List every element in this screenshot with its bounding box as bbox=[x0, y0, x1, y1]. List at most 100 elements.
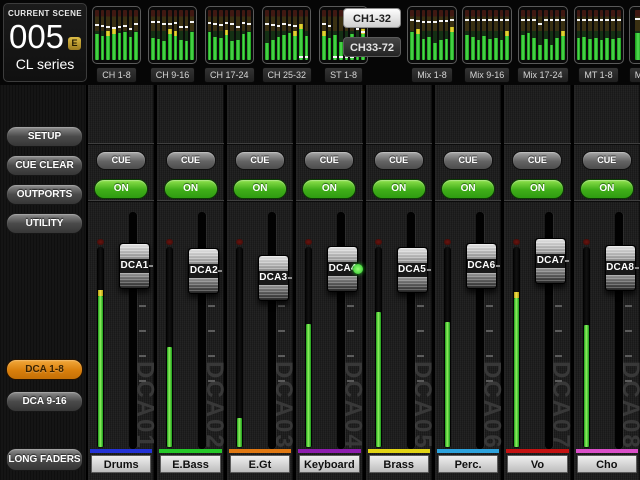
fader-knob[interactable]: DCA8 bbox=[605, 245, 636, 291]
level-meter-fill bbox=[306, 324, 311, 447]
setup-button[interactable]: SETUP bbox=[6, 126, 83, 147]
meter-block-mt-1-8[interactable] bbox=[574, 6, 624, 64]
meter-bar-peak bbox=[299, 24, 303, 29]
on-button[interactable]: ON bbox=[580, 179, 634, 199]
meter-block-master[interactable] bbox=[629, 6, 640, 64]
fader-position-mark bbox=[471, 19, 475, 21]
on-button[interactable]: ON bbox=[302, 179, 356, 199]
level-meter-fill bbox=[445, 322, 450, 447]
meter-bar-level bbox=[185, 41, 189, 60]
channel-name[interactable]: Perc. bbox=[438, 455, 498, 473]
meter-bar bbox=[95, 10, 99, 60]
meter-bar-level bbox=[213, 37, 217, 60]
fader-position-mark bbox=[112, 27, 116, 29]
cue-button[interactable]: CUE bbox=[443, 151, 493, 170]
utility-button[interactable]: UTILITY bbox=[6, 213, 83, 234]
meter-block-mix-9-16[interactable] bbox=[462, 6, 512, 64]
on-button[interactable]: ON bbox=[233, 179, 287, 199]
meter-block-mix-1-8[interactable] bbox=[407, 6, 457, 64]
fader-track bbox=[268, 212, 276, 449]
bank-button-ch1-32[interactable]: CH1-32 bbox=[343, 8, 401, 28]
channel-name[interactable]: Brass bbox=[369, 455, 429, 473]
fader-position-mark bbox=[208, 22, 212, 24]
cue-button[interactable]: CUE bbox=[304, 151, 354, 170]
channel-name[interactable]: Drums bbox=[91, 455, 151, 473]
fader-position-mark bbox=[123, 25, 127, 27]
meter-peak-led bbox=[97, 239, 104, 245]
meter-bar-level bbox=[482, 36, 486, 60]
cue-button[interactable]: CUE bbox=[96, 151, 146, 170]
meter-bar-level bbox=[427, 37, 431, 60]
meter-bar bbox=[305, 10, 309, 60]
channel-name[interactable]: E.Bass bbox=[160, 455, 220, 473]
fader-knob[interactable]: DCA6 bbox=[466, 243, 497, 289]
meter-bar bbox=[538, 10, 542, 60]
meter-bar bbox=[635, 10, 640, 60]
bank-button-ch33-72[interactable]: CH33-72 bbox=[343, 37, 401, 57]
fader-knob-label: DCA2 bbox=[189, 264, 218, 278]
meter-bar bbox=[118, 10, 122, 60]
meter-bar bbox=[433, 10, 437, 60]
fader-knob[interactable]: DCA3 bbox=[258, 255, 289, 301]
cue-button[interactable]: CUE bbox=[512, 151, 562, 170]
channel-strip-dca3: DCA03CUEONDCA3E.Gt bbox=[227, 85, 293, 480]
meter-bar bbox=[225, 10, 229, 60]
meter-block-label: ST 1-8 bbox=[324, 67, 363, 83]
fader-knob[interactable]: DCA5 bbox=[397, 247, 428, 293]
meter-bar bbox=[527, 10, 531, 60]
channel-name[interactable]: Vo bbox=[507, 455, 567, 473]
meter-block-ch-25-32[interactable] bbox=[262, 6, 311, 64]
meter-block-label: CH 9-16 bbox=[150, 67, 196, 83]
meter-bar-peak bbox=[505, 31, 509, 36]
fader-position-mark bbox=[594, 19, 598, 21]
fader-position-mark bbox=[282, 23, 286, 25]
cue-button[interactable]: CUE bbox=[166, 151, 216, 170]
on-button[interactable]: ON bbox=[441, 179, 495, 199]
outports-button[interactable]: OUTPORTS bbox=[6, 184, 83, 205]
meter-block-ch-17-24[interactable] bbox=[205, 6, 254, 64]
meter-block-mix-17-24[interactable] bbox=[518, 6, 568, 64]
on-button[interactable]: ON bbox=[94, 179, 148, 199]
cue-button[interactable]: CUE bbox=[374, 151, 424, 170]
on-button[interactable]: ON bbox=[510, 179, 564, 199]
cue-button[interactable]: CUE bbox=[235, 151, 285, 170]
channel-name[interactable]: Keyboard bbox=[299, 455, 359, 473]
meter-bar-level bbox=[550, 45, 554, 60]
meter-bar-level bbox=[450, 27, 454, 60]
meter-block-ch-9-16[interactable] bbox=[148, 6, 197, 64]
fader-knob[interactable]: DCA2 bbox=[188, 248, 219, 294]
fader-position-mark bbox=[322, 23, 326, 25]
fader-scale-tick bbox=[347, 355, 354, 357]
on-button[interactable]: ON bbox=[372, 179, 426, 199]
fader-knob[interactable]: DCA1 bbox=[119, 243, 150, 289]
meter-bar-level bbox=[162, 41, 166, 60]
meter-bar-level bbox=[600, 40, 604, 60]
cue-clear-button[interactable]: CUE CLEAR bbox=[6, 155, 83, 176]
meter-block-label: CH 25-32 bbox=[262, 67, 313, 83]
meter-bar-peak bbox=[225, 30, 229, 35]
channel-name[interactable]: Cho bbox=[577, 455, 637, 473]
on-button[interactable]: ON bbox=[164, 179, 218, 199]
meter-bar-peak bbox=[322, 31, 326, 36]
fader-knob[interactable]: DCA7 bbox=[535, 238, 566, 284]
meter-bar-level bbox=[271, 40, 275, 60]
cue-button[interactable]: CUE bbox=[582, 151, 632, 170]
meter-block-ch-1-8[interactable] bbox=[92, 6, 141, 64]
separator bbox=[435, 200, 501, 201]
dca-1-8-button[interactable]: DCA 1-8 bbox=[6, 359, 83, 380]
meter-bar bbox=[465, 10, 469, 60]
dca-9-16-button[interactable]: DCA 9-16 bbox=[6, 391, 83, 412]
fader-position-mark bbox=[450, 19, 454, 21]
fader-position-mark bbox=[247, 23, 251, 25]
meter-block-label: Mix 1-8 bbox=[411, 67, 453, 83]
input-meter-blocks: CH 1-8CH 9-16CH 17-24CH 25-32ST 1-8 bbox=[92, 6, 368, 83]
fader-knob[interactable]: DCA4 bbox=[327, 246, 358, 292]
long-faders-button[interactable]: LONG FADERS bbox=[6, 448, 83, 471]
level-meter-yellow-tip bbox=[98, 290, 103, 296]
separator bbox=[574, 200, 640, 201]
meter-bar-level bbox=[588, 39, 592, 60]
separator bbox=[157, 143, 223, 144]
fader-position-mark bbox=[588, 19, 592, 21]
channel-name[interactable]: E.Gt bbox=[230, 455, 290, 473]
meter-bar bbox=[471, 10, 475, 60]
